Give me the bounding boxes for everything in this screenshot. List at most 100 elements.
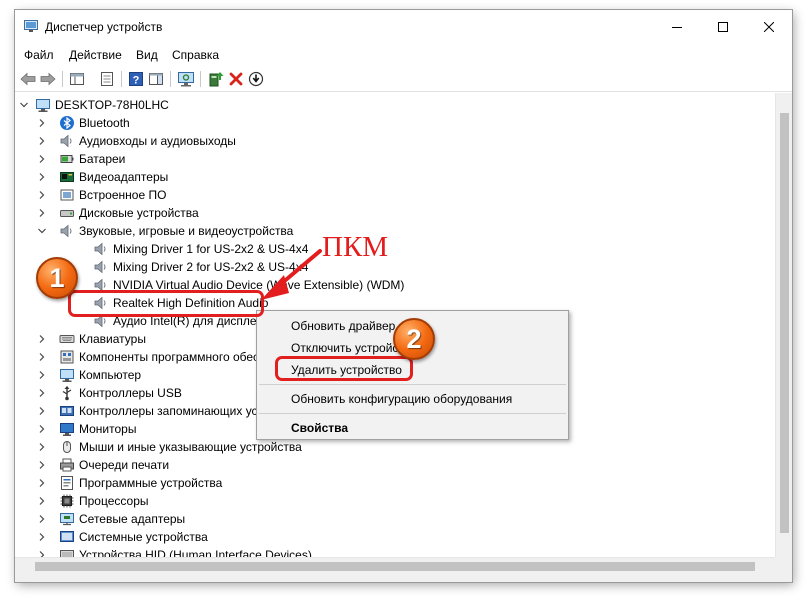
tree-category-item[interactable]: Аудиовходы и аудиовыходы	[37, 132, 236, 150]
chevron-right-icon[interactable]	[37, 460, 47, 470]
software-device-icon	[61, 476, 73, 490]
chevron-right-icon[interactable]	[37, 550, 47, 557]
chevron-right-icon[interactable]	[37, 136, 47, 146]
chevron-down-icon[interactable]	[37, 226, 47, 236]
tree-category-item[interactable]: Устройства HID (Human Interface Devices)	[37, 546, 312, 557]
properties-icon	[101, 72, 113, 86]
toolbar: ?	[15, 66, 792, 92]
monitor-icon	[60, 423, 74, 436]
chevron-right-icon[interactable]	[37, 370, 47, 380]
help-button[interactable]: ?	[126, 69, 146, 89]
tree-category-item[interactable]: Клавиатуры	[37, 330, 146, 348]
tree-category-item[interactable]: Компьютер	[37, 366, 141, 384]
tree-item-label: Программные устройства	[79, 476, 223, 490]
toolbar-separator	[121, 71, 122, 87]
tree-item-label: Процессоры	[79, 494, 149, 508]
menu-help[interactable]: Справка	[172, 48, 219, 62]
chevron-right-icon[interactable]	[37, 496, 47, 506]
menu-file[interactable]: Файл	[24, 48, 54, 62]
chevron-right-icon[interactable]	[37, 532, 47, 542]
chevron-right-icon[interactable]	[37, 352, 47, 362]
horizontal-scroll-thumb[interactable]	[35, 562, 755, 571]
chevron-right-icon[interactable]	[37, 208, 47, 218]
properties-button[interactable]	[97, 69, 117, 89]
chevron-right-icon[interactable]	[37, 388, 47, 398]
chevron-right-icon[interactable]	[37, 172, 47, 182]
chevron-right-icon[interactable]	[37, 424, 47, 434]
forward-button[interactable]	[38, 69, 58, 89]
maximize-button[interactable]	[700, 10, 746, 44]
action-pane-button[interactable]	[146, 69, 166, 89]
tree-category-item[interactable]: Контроллеры USB	[37, 384, 182, 402]
tree-category-item[interactable]: Bluetooth	[37, 114, 130, 132]
uninstall-button[interactable]	[226, 69, 246, 89]
disable-button[interactable]	[246, 69, 266, 89]
chevron-right-icon[interactable]	[37, 478, 47, 488]
tree-item-label: Очереди печати	[79, 458, 170, 472]
printer-icon	[60, 458, 74, 472]
chevron-right-icon[interactable]	[37, 190, 47, 200]
speaker-icon	[94, 242, 106, 256]
tree-category-item[interactable]: Мониторы	[37, 420, 136, 438]
chevron-right-icon[interactable]	[37, 406, 47, 416]
computer-icon	[60, 369, 74, 382]
menu-scan-hardware[interactable]: Обновить конфигурацию оборудования	[291, 392, 512, 406]
battery-icon	[60, 155, 74, 163]
tree-category-item[interactable]: Очереди печати	[37, 456, 169, 474]
tree-category-item[interactable]: Мыши и иные указывающие устройства	[37, 438, 302, 456]
close-button[interactable]	[746, 10, 792, 44]
show-hide-console-tree-button[interactable]	[67, 69, 87, 89]
minimize-button[interactable]	[654, 10, 700, 44]
title-bar[interactable]: Диспетчер устройств	[15, 10, 792, 44]
chevron-right-icon[interactable]	[37, 514, 47, 524]
vertical-scrollbar[interactable]	[775, 93, 792, 557]
scan-hardware-button[interactable]	[176, 69, 196, 89]
window-title: Диспетчер устройств	[45, 20, 163, 34]
tree-category-item[interactable]: Программные устройства	[37, 474, 222, 492]
tree-item-label: Видеоадаптеры	[79, 170, 169, 184]
tree-item-label: Мониторы	[79, 422, 137, 436]
tree-category-item[interactable]: Дисковые устройства	[37, 204, 199, 222]
status-bar	[15, 574, 792, 582]
update-driver-button[interactable]	[206, 69, 226, 89]
tree-category-item[interactable]: Сетевые адаптеры	[37, 510, 185, 528]
menu-action[interactable]: Действие	[69, 48, 122, 62]
chevron-right-icon[interactable]	[37, 118, 47, 128]
menu-properties[interactable]: Свойства	[291, 421, 348, 435]
tree-category-item[interactable]: Батареи	[37, 150, 125, 168]
tree-item-label: Аудиовходы и аудиовыходы	[79, 134, 236, 148]
close-icon	[764, 22, 774, 32]
tree-category-item[interactable]: Звуковые, игровые и видеоустройства	[37, 222, 293, 240]
toolbar-separator	[170, 71, 171, 87]
tree-item-label: Звуковые, игровые и видеоустройства	[79, 224, 294, 238]
tree-item-label: Встроенное ПО	[79, 188, 167, 202]
scrollbar-corner	[775, 557, 792, 574]
annotation-arrow	[261, 249, 322, 300]
tree-category-item[interactable]: Встроенное ПО	[37, 186, 166, 204]
back-button[interactable]	[18, 69, 38, 89]
vertical-scroll-thumb[interactable]	[780, 113, 789, 533]
menu-update-driver[interactable]: Обновить драйвер	[291, 319, 395, 333]
tree-category-item[interactable]: Видеоадаптеры	[37, 168, 168, 186]
svg-text:?: ?	[133, 75, 140, 87]
display-adapter-icon	[60, 172, 74, 182]
speaker-icon	[60, 224, 72, 238]
horizontal-scrollbar[interactable]	[15, 557, 775, 574]
chevron-right-icon[interactable]	[37, 154, 47, 164]
chevron-down-icon	[20, 102, 28, 108]
menu-bar: Файл Действие Вид Справка	[15, 44, 792, 66]
chevron-right-icon[interactable]	[37, 442, 47, 452]
tree-item-label: Дисковые устройства	[79, 206, 199, 220]
tree-root[interactable]: DESKTOP-78H0LHC	[19, 96, 169, 114]
speaker-icon	[60, 134, 72, 148]
bluetooth-icon	[60, 116, 74, 130]
highlight-realtek-device	[68, 290, 264, 317]
action-pane-icon	[149, 73, 163, 85]
menu-view[interactable]: Вид	[136, 48, 158, 62]
keyboard-icon	[59, 335, 75, 343]
chevron-right-icon[interactable]	[37, 334, 47, 344]
tree-category-item[interactable]: Системные устройства	[37, 528, 208, 546]
tree-category-item[interactable]: Процессоры	[37, 492, 149, 510]
tree-item-label: Клавиатуры	[79, 332, 146, 346]
menu-separator	[259, 413, 566, 414]
